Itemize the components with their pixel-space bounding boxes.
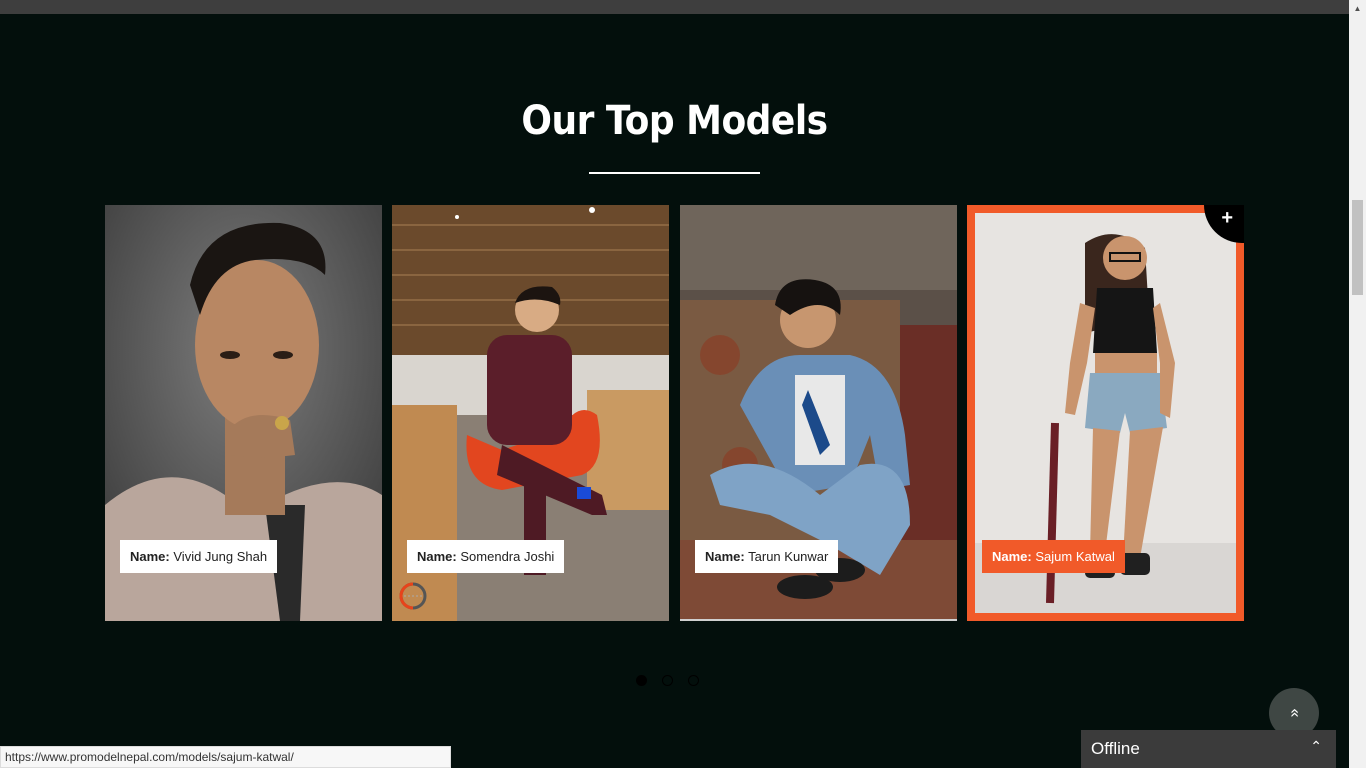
status-bar-url: https://www.promodelnepal.com/models/saj… bbox=[0, 746, 451, 768]
name-label: Name: bbox=[130, 549, 170, 564]
page-scrollbar[interactable]: ▲ bbox=[1349, 0, 1366, 768]
double-chevron-up-icon: « bbox=[1286, 708, 1303, 718]
name-label: Name: bbox=[705, 549, 745, 564]
model-name: Vivid Jung Shah bbox=[173, 549, 268, 564]
model-name: Somendra Joshi bbox=[460, 549, 555, 564]
model-card-sajum-katwal[interactable]: + Name: Sajum Katwal bbox=[967, 205, 1244, 621]
carousel-dot-2[interactable] bbox=[662, 675, 673, 686]
title-underline bbox=[589, 172, 760, 174]
scroll-up-arrow-icon[interactable]: ▲ bbox=[1349, 0, 1366, 17]
model-name-tag: Name: Vivid Jung Shah bbox=[120, 540, 278, 573]
chevron-up-icon[interactable]: ⌃ bbox=[1310, 738, 1322, 755]
name-label: Name: bbox=[992, 549, 1032, 564]
name-label: Name: bbox=[417, 549, 457, 564]
section-title: Our Top Models bbox=[521, 98, 828, 144]
loading-spinner-icon bbox=[398, 581, 428, 611]
model-card-somendra-joshi[interactable]: Name: Somendra Joshi bbox=[392, 205, 669, 621]
chat-status: Offline bbox=[1091, 739, 1140, 758]
model-card-vivid-jung-shah[interactable]: Name: Vivid Jung Shah bbox=[105, 205, 382, 621]
scrollbar-thumb[interactable] bbox=[1352, 200, 1363, 295]
model-card-tarun-kunwar[interactable]: Name: Tarun Kunwar bbox=[680, 205, 957, 621]
model-name-tag: Name: Sajum Katwal bbox=[982, 540, 1125, 573]
model-name: Tarun Kunwar bbox=[748, 549, 829, 564]
model-name-tag: Name: Somendra Joshi bbox=[407, 540, 565, 573]
carousel-pagination bbox=[636, 675, 699, 686]
chat-widget-bar[interactable]: Offline ⌃ bbox=[1081, 730, 1336, 768]
top-strip bbox=[0, 0, 1349, 14]
carousel-dot-3[interactable] bbox=[688, 675, 699, 686]
carousel-dot-1[interactable] bbox=[636, 675, 647, 686]
model-name: Sajum Katwal bbox=[1035, 549, 1115, 564]
model-name-tag: Name: Tarun Kunwar bbox=[695, 540, 839, 573]
